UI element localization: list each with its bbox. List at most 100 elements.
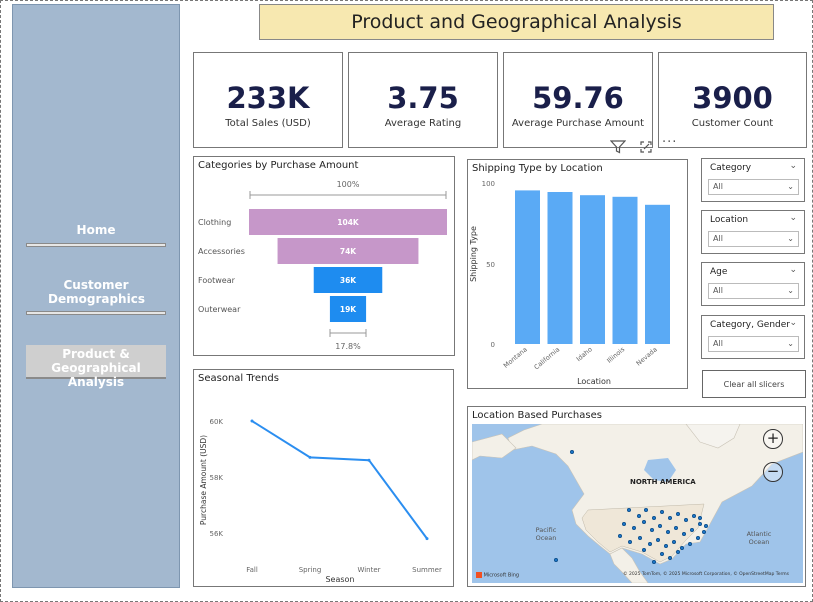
seasonal-point[interactable] <box>250 419 254 423</box>
map-location-dot[interactable] <box>668 516 672 520</box>
shipping-x-tick: Illinois <box>605 345 626 365</box>
map-location-dot[interactable] <box>704 524 708 528</box>
visual-header-toolbar: ··· <box>609 135 685 157</box>
chevron-down-icon[interactable]: ⌄ <box>789 318 797 328</box>
kpi-card-customer-count: 3900 Customer Count <box>658 52 807 148</box>
map-location-dot[interactable] <box>684 518 688 522</box>
nav-customer-demographics-label: Customer Demographics <box>48 278 145 306</box>
shipping-bar[interactable] <box>645 204 670 344</box>
map-location-dot[interactable] <box>668 556 672 560</box>
seasonal-x-tick: Fall <box>246 566 258 574</box>
chevron-down-icon: ⌄ <box>787 286 794 295</box>
shipping-bar[interactable] <box>547 192 573 344</box>
seasonal-y-tick: 60K <box>210 418 224 426</box>
chevron-down-icon: ⌄ <box>787 182 794 191</box>
map-location-dot[interactable] <box>676 512 680 516</box>
shipping-bar[interactable] <box>612 196 638 344</box>
map-location-dot[interactable] <box>660 552 664 556</box>
map-location-dot[interactable] <box>628 540 632 544</box>
kpi-label: Average Rating <box>384 118 462 129</box>
map-location-dot[interactable] <box>672 540 676 544</box>
map-location-dot[interactable] <box>696 536 700 540</box>
location-map[interactable]: NORTH AMERICA Pacific Ocean Atlantic Oce… <box>472 424 803 583</box>
map-location-dot[interactable] <box>652 560 656 564</box>
seasonal-x-tick: Winter <box>357 566 380 574</box>
map-location-dot[interactable] <box>652 516 656 520</box>
map-location-dot[interactable] <box>702 530 706 534</box>
slicer-dropdown[interactable]: All ⌄ <box>708 283 799 299</box>
map-location-dot[interactable] <box>698 516 702 520</box>
slicer-dropdown[interactable]: All ⌄ <box>708 336 799 352</box>
map-location-dot[interactable] <box>682 532 686 536</box>
nav-home-underline <box>26 243 166 247</box>
funnel-top-percent: 100% <box>337 180 360 189</box>
map-location-dot[interactable] <box>660 510 664 514</box>
map-location-dot[interactable] <box>676 550 680 554</box>
nav-home-label: Home <box>76 223 116 237</box>
map-location-dot[interactable] <box>632 526 636 530</box>
map-base <box>472 424 803 583</box>
kpi-value: 3.75 <box>387 81 459 115</box>
map-location-dot[interactable] <box>644 508 648 512</box>
funnel-category-label: Outerwear <box>198 305 241 314</box>
chevron-down-icon: ⌄ <box>787 339 794 348</box>
shipping-y-tick: 100 <box>482 180 495 188</box>
shipping-bar[interactable] <box>515 190 540 344</box>
shipping-bars: Montana California Idaho Illinois Nevada <box>502 190 670 371</box>
shipping-y-axis-label: Shipping Type <box>469 226 478 282</box>
map-location-dot[interactable] <box>680 546 684 550</box>
map-location-dot[interactable] <box>658 524 662 528</box>
seasonal-x-tick: Spring <box>299 566 322 574</box>
clear-all-slicers-button[interactable]: Clear all slicers <box>702 370 806 398</box>
map-location-dot[interactable] <box>666 530 670 534</box>
slicer-age[interactable]: Age ⌄ All ⌄ <box>701 262 805 306</box>
map-location-dot[interactable] <box>642 520 646 524</box>
chevron-down-icon[interactable]: ⌄ <box>789 161 797 171</box>
chevron-down-icon[interactable]: ⌄ <box>789 265 797 275</box>
map-zoom-out-button[interactable]: − <box>763 462 783 482</box>
map-location-dot[interactable] <box>554 558 558 562</box>
nav-customer-demographics-button[interactable]: Customer Demographics <box>26 278 166 315</box>
map-region-label: NORTH AMERICA <box>630 478 696 486</box>
shipping-x-tick: Idaho <box>575 345 594 363</box>
more-options-icon[interactable]: ··· <box>662 135 677 150</box>
map-location-dot[interactable] <box>690 528 694 532</box>
map-location-dot[interactable] <box>674 526 678 530</box>
map-location-dot[interactable] <box>656 538 660 542</box>
slicer-dropdown[interactable]: All ⌄ <box>708 179 799 195</box>
slicer-category[interactable]: Category ⌄ All ⌄ <box>701 158 805 202</box>
sidebar: Home Customer Demographics Product & Geo… <box>12 4 180 588</box>
map-location-dot[interactable] <box>688 542 692 546</box>
nav-product-geo-button[interactable]: Product & Geographical Analysis <box>26 345 166 389</box>
seasonal-x-axis-label: Season <box>325 575 354 584</box>
shipping-chart-panel: Shipping Type by Location Shipping Type … <box>467 159 688 389</box>
map-location-dot[interactable] <box>650 528 654 532</box>
chevron-down-icon[interactable]: ⌄ <box>789 213 797 223</box>
seasonal-point[interactable] <box>367 458 371 462</box>
map-location-dot[interactable] <box>627 508 631 512</box>
map-location-dot[interactable] <box>618 534 622 538</box>
nav-home-button[interactable]: Home <box>26 223 166 247</box>
filter-icon[interactable] <box>609 140 627 157</box>
shipping-bar[interactable] <box>580 195 605 344</box>
map-location-dot[interactable] <box>648 542 652 546</box>
map-location-dot[interactable] <box>637 514 641 518</box>
slicer-category-gender[interactable]: Category, Gender ⌄ All ⌄ <box>701 315 805 359</box>
map-location-dot[interactable] <box>664 544 668 548</box>
map-location-dot[interactable] <box>642 548 646 552</box>
seasonal-line[interactable] <box>251 420 428 540</box>
slicer-location[interactable]: Location ⌄ All ⌄ <box>701 210 805 254</box>
focus-mode-icon[interactable] <box>639 140 653 157</box>
seasonal-point[interactable] <box>308 455 312 459</box>
kpi-card-average-purchase: 59.76 Average Purchase Amount <box>503 52 653 148</box>
map-location-dot[interactable] <box>698 522 702 526</box>
map-zoom-in-button[interactable]: + <box>763 429 783 449</box>
shipping-x-tick: Nevada <box>635 345 659 367</box>
seasonal-point[interactable] <box>425 537 429 541</box>
map-location-dot[interactable] <box>692 514 696 518</box>
map-title: Location Based Purchases <box>472 410 602 421</box>
map-location-dot[interactable] <box>622 522 626 526</box>
map-location-dot[interactable] <box>638 536 642 540</box>
slicer-dropdown[interactable]: All ⌄ <box>708 231 799 247</box>
map-location-dot[interactable] <box>570 450 574 454</box>
